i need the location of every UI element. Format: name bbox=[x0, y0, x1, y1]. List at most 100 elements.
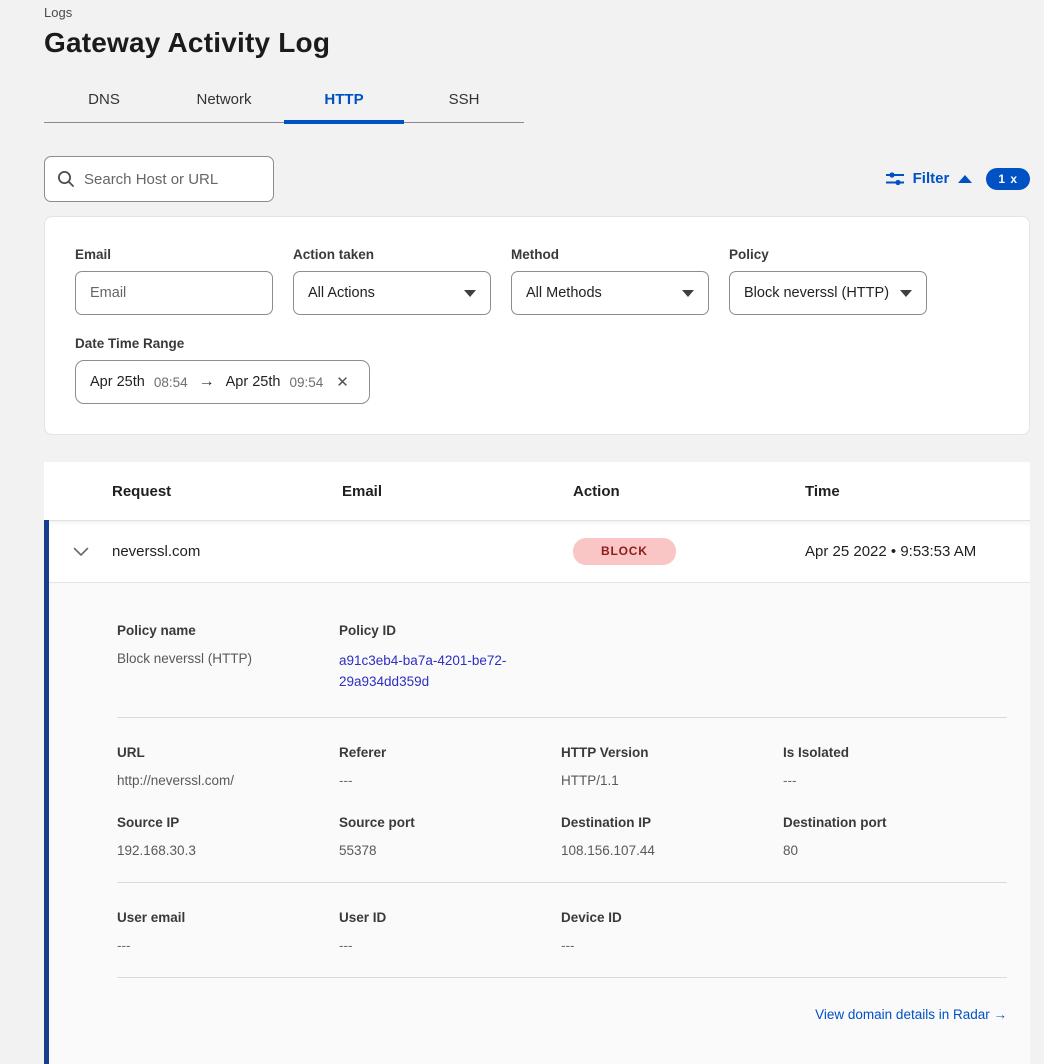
device-id-field: Device ID --- bbox=[561, 910, 783, 953]
destination-port-value: 80 bbox=[783, 843, 1007, 858]
divider bbox=[117, 882, 1007, 883]
source-ip-label: Source IP bbox=[117, 815, 339, 830]
radar-link-row: View domain details in Radar → bbox=[117, 1006, 1007, 1024]
policy-value: Block neverssl (HTTP) bbox=[744, 285, 889, 301]
method-filter: Method All Methods bbox=[511, 247, 709, 315]
policy-select[interactable]: Block neverssl (HTTP) bbox=[729, 271, 927, 315]
is-isolated-label: Is Isolated bbox=[783, 745, 1007, 760]
search-box bbox=[44, 156, 274, 202]
date-range-label: Date Time Range bbox=[75, 336, 999, 351]
col-time: Time bbox=[805, 483, 1030, 500]
arrow-right-icon: → bbox=[197, 373, 217, 391]
caret-up-icon bbox=[958, 175, 972, 183]
chevron-down-icon bbox=[73, 547, 89, 557]
device-id-label: Device ID bbox=[561, 910, 783, 925]
policy-name-value: Block neverssl (HTTP) bbox=[117, 651, 339, 666]
email-filter-input[interactable] bbox=[75, 271, 273, 315]
url-section: URL http://neverssl.com/ Referer --- HTT… bbox=[117, 745, 1007, 788]
source-ip-field: Source IP 192.168.30.3 bbox=[117, 815, 339, 858]
url-field: URL http://neverssl.com/ bbox=[117, 745, 339, 788]
end-date: Apr 25th bbox=[226, 374, 281, 390]
action-taken-value: All Actions bbox=[308, 285, 375, 301]
row-details: Policy name Block neverssl (HTTP) Policy… bbox=[49, 583, 1030, 1064]
policy-id-label: Policy ID bbox=[339, 623, 561, 638]
date-range-filter: Date Time Range Apr 25th 08:54 → Apr 25t… bbox=[75, 336, 999, 404]
http-version-value: HTTP/1.1 bbox=[561, 773, 783, 788]
search-icon bbox=[57, 170, 75, 188]
policy-label: Policy bbox=[729, 247, 927, 262]
destination-ip-label: Destination IP bbox=[561, 815, 783, 830]
col-action: Action bbox=[573, 483, 805, 500]
tab-network[interactable]: Network bbox=[164, 83, 284, 122]
network-section: Source IP 192.168.30.3 Source port 55378… bbox=[117, 815, 1007, 858]
destination-ip-field: Destination IP 108.156.107.44 bbox=[561, 815, 783, 858]
col-email: Email bbox=[342, 483, 573, 500]
user-email-field: User email --- bbox=[117, 910, 339, 953]
source-ip-value: 192.168.30.3 bbox=[117, 843, 339, 858]
http-version-field: HTTP Version HTTP/1.1 bbox=[561, 745, 783, 788]
action-taken-filter: Action taken All Actions bbox=[293, 247, 491, 315]
http-version-label: HTTP Version bbox=[561, 745, 783, 760]
device-id-value: --- bbox=[561, 938, 783, 953]
end-time: 09:54 bbox=[289, 375, 323, 390]
source-port-value: 55378 bbox=[339, 843, 561, 858]
block-badge: BLOCK bbox=[573, 538, 676, 564]
date-range-picker[interactable]: Apr 25th 08:54 → Apr 25th 09:54 ✕ bbox=[75, 360, 370, 404]
page: Logs Gateway Activity Log DNS Network HT… bbox=[0, 0, 1030, 1064]
source-port-label: Source port bbox=[339, 815, 561, 830]
policy-filter: Policy Block neverssl (HTTP) bbox=[729, 247, 927, 315]
is-isolated-value: --- bbox=[783, 773, 1007, 788]
breadcrumb[interactable]: Logs bbox=[44, 0, 1030, 20]
policy-id-field: Policy ID a91c3eb4-ba7a-4201-be72-29a934… bbox=[339, 623, 561, 693]
filter-toggle[interactable]: Filter 1 x bbox=[886, 168, 1030, 190]
clear-date-range-icon[interactable]: ✕ bbox=[336, 373, 349, 391]
tab-http[interactable]: HTTP bbox=[284, 83, 404, 122]
activity-table: Request Email Action Time neverssl.com B… bbox=[44, 462, 1030, 1064]
method-select[interactable]: All Methods bbox=[511, 271, 709, 315]
user-email-label: User email bbox=[117, 910, 339, 925]
chevron-down-icon bbox=[682, 290, 694, 297]
search-input[interactable] bbox=[84, 171, 283, 188]
start-date: Apr 25th bbox=[90, 374, 145, 390]
user-id-label: User ID bbox=[339, 910, 561, 925]
policy-id-link[interactable]: a91c3eb4-ba7a-4201-be72-29a934dd359d bbox=[339, 651, 535, 693]
row-time: Apr 25 2022 • 9:53:53 AM bbox=[805, 543, 1030, 560]
user-id-value: --- bbox=[339, 938, 561, 953]
policy-section: Policy name Block neverssl (HTTP) Policy… bbox=[117, 623, 1007, 693]
action-taken-select[interactable]: All Actions bbox=[293, 271, 491, 315]
filter-label: Filter bbox=[913, 170, 950, 187]
row-action: BLOCK bbox=[573, 538, 805, 564]
referer-field: Referer --- bbox=[339, 745, 561, 788]
table-header: Request Email Action Time bbox=[44, 462, 1030, 520]
chevron-down-icon bbox=[900, 290, 912, 297]
chevron-down-icon bbox=[464, 290, 476, 297]
divider bbox=[117, 717, 1007, 718]
search-filter-row: Filter 1 x bbox=[44, 156, 1030, 202]
filter-icon bbox=[886, 171, 904, 187]
url-value: http://neverssl.com/ bbox=[117, 773, 339, 788]
start-time: 08:54 bbox=[154, 375, 188, 390]
filter-count-badge[interactable]: 1 x bbox=[986, 168, 1030, 190]
tab-ssh[interactable]: SSH bbox=[404, 83, 524, 122]
tab-dns[interactable]: DNS bbox=[44, 83, 164, 122]
expanded-row-wrap: neverssl.com BLOCK Apr 25 2022 • 9:53:53… bbox=[44, 520, 1030, 1064]
destination-port-field: Destination port 80 bbox=[783, 815, 1007, 858]
col-request: Request bbox=[112, 483, 342, 500]
method-label: Method bbox=[511, 247, 709, 262]
table-row[interactable]: neverssl.com BLOCK Apr 25 2022 • 9:53:53… bbox=[49, 520, 1030, 583]
user-id-field: User ID --- bbox=[339, 910, 561, 953]
referer-label: Referer bbox=[339, 745, 561, 760]
method-value: All Methods bbox=[526, 285, 602, 301]
referer-value: --- bbox=[339, 773, 561, 788]
row-expander[interactable] bbox=[49, 547, 112, 557]
user-section: User email --- User ID --- Device ID --- bbox=[117, 910, 1007, 953]
page-title: Gateway Activity Log bbox=[44, 27, 1030, 59]
is-isolated-field: Is Isolated --- bbox=[783, 745, 1007, 788]
divider bbox=[117, 977, 1007, 978]
user-email-value: --- bbox=[117, 938, 339, 953]
source-port-field: Source port 55378 bbox=[339, 815, 561, 858]
tab-bar: DNS Network HTTP SSH bbox=[44, 83, 524, 123]
radar-link[interactable]: View domain details in Radar → bbox=[815, 1007, 1007, 1022]
action-taken-label: Action taken bbox=[293, 247, 491, 262]
row-request: neverssl.com bbox=[112, 543, 342, 560]
